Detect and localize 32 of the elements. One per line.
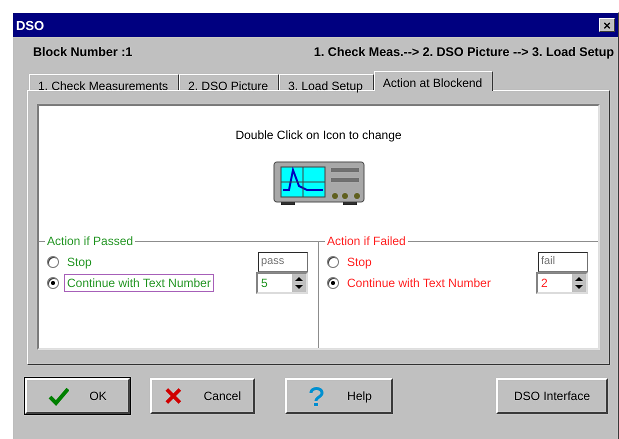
window-title: DSO (16, 18, 44, 32)
spin-arrows-icon (572, 274, 586, 292)
radio-label[interactable]: Stop (64, 253, 95, 271)
check-icon (48, 386, 70, 406)
oscilloscope-icon[interactable] (272, 160, 364, 208)
tab[interactable]: 3. Load Setup (279, 74, 374, 90)
tab[interactable]: 1. Check Measurements (29, 74, 180, 90)
radio-button[interactable] (327, 256, 339, 268)
group-title: Action if Passed (45, 234, 136, 248)
sequence-text: 1. Check Meas.--> 2. DSO Picture --> 3. Load Setup (314, 45, 614, 59)
text-field[interactable]: pass (258, 252, 308, 272)
close-button[interactable]: × (599, 18, 615, 32)
radio-label[interactable]: Continue with Text Number (344, 274, 494, 292)
radio-button[interactable] (327, 277, 339, 289)
text-field[interactable]: fail (538, 252, 588, 272)
dialog-button[interactable]: OK (25, 378, 130, 414)
radio-label[interactable]: Continue with Text Number (64, 274, 214, 292)
group-title: Action if Failed (325, 234, 408, 248)
spin-field[interactable]: 5 (256, 272, 308, 294)
radio-button[interactable] (47, 277, 59, 289)
radio-button[interactable] (47, 256, 59, 268)
dialog-button[interactable]: Help (285, 378, 393, 414)
dialog-button[interactable]: DSO Interface (496, 378, 608, 414)
cross-icon (164, 386, 184, 406)
radio-label[interactable]: Stop (344, 253, 375, 271)
hint-text: Double Click on Icon to change (235, 128, 402, 142)
spin-field[interactable]: 2 (536, 272, 588, 294)
dialog-button[interactable]: Cancel (150, 378, 255, 414)
spin-arrows-icon (292, 274, 306, 292)
block-number: Block Number :1 (33, 45, 132, 59)
tab[interactable]: Action at Blockend (374, 71, 494, 91)
tab[interactable]: 2. DSO Picture (179, 74, 280, 90)
